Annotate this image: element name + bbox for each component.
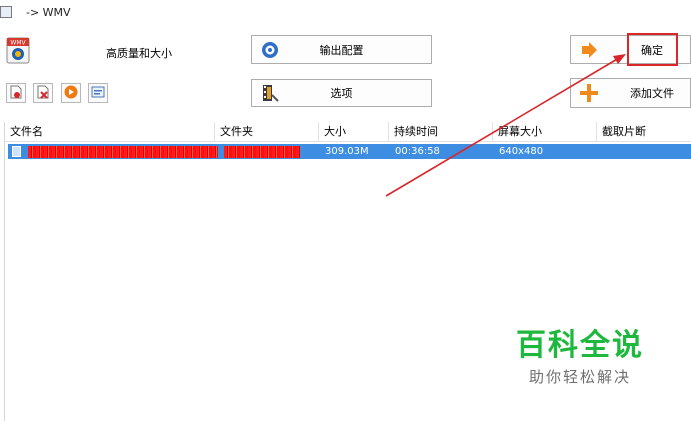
app-icon — [0, 6, 12, 18]
cell-size: 309.03M — [325, 146, 369, 157]
media-info-icon — [91, 85, 105, 102]
table-row[interactable]: 309.03M 00:36:58 640x480 — [8, 144, 691, 159]
window-title: -> WMV — [26, 5, 71, 19]
arrow-right-icon — [579, 40, 599, 60]
column-header-screen-size[interactable]: 屏幕大小 — [493, 122, 597, 142]
add-file-button[interactable]: 添加文件 — [570, 78, 691, 108]
clear-list-icon — [36, 85, 50, 102]
cell-clip — [600, 144, 603, 159]
svg-text:WMV: WMV — [10, 40, 26, 47]
output-config-label: 输出配置 — [319, 43, 364, 57]
redacted-filename — [28, 146, 218, 158]
add-file-label: 添加文件 — [630, 87, 674, 100]
plus-icon — [579, 83, 599, 103]
quality-profile-label: 高质量和大小 — [106, 47, 172, 60]
options-button[interactable]: 选项 — [251, 79, 432, 107]
column-header-duration[interactable]: 持续时间 — [389, 122, 493, 142]
clear-list-button[interactable] — [33, 83, 53, 103]
redacted-folder — [224, 146, 300, 158]
column-header-filename[interactable]: 文件名 — [5, 122, 215, 142]
play-button[interactable] — [61, 83, 81, 103]
column-header-size[interactable]: 大小 — [319, 122, 389, 142]
column-header-folder[interactable]: 文件夹 — [215, 122, 319, 142]
media-info-button[interactable] — [88, 83, 108, 103]
cell-screen-size: 640x480 — [499, 146, 544, 157]
title-bar: -> WMV — [0, 0, 691, 24]
wmv-icon: WMV — [6, 37, 30, 64]
watermark-title: 百科全说 — [516, 328, 644, 363]
play-icon — [64, 85, 78, 102]
column-header-clip[interactable]: 截取片断 — [597, 122, 691, 142]
output-config-button[interactable]: 输出配置 — [251, 35, 432, 64]
table-header: 文件名 文件夹 大小 持续时间 屏幕大小 截取片断 — [5, 122, 691, 142]
confirm-highlight-box — [627, 33, 678, 66]
video-file-icon — [12, 146, 21, 157]
options-label: 选项 — [330, 87, 353, 100]
remove-file-button[interactable] — [6, 83, 26, 103]
remove-file-icon — [9, 85, 23, 102]
cell-duration: 00:36:58 — [395, 146, 440, 157]
watermark: 百科全说 助你轻松解决 — [500, 328, 660, 387]
watermark-subtitle: 助你轻松解决 — [528, 368, 631, 386]
